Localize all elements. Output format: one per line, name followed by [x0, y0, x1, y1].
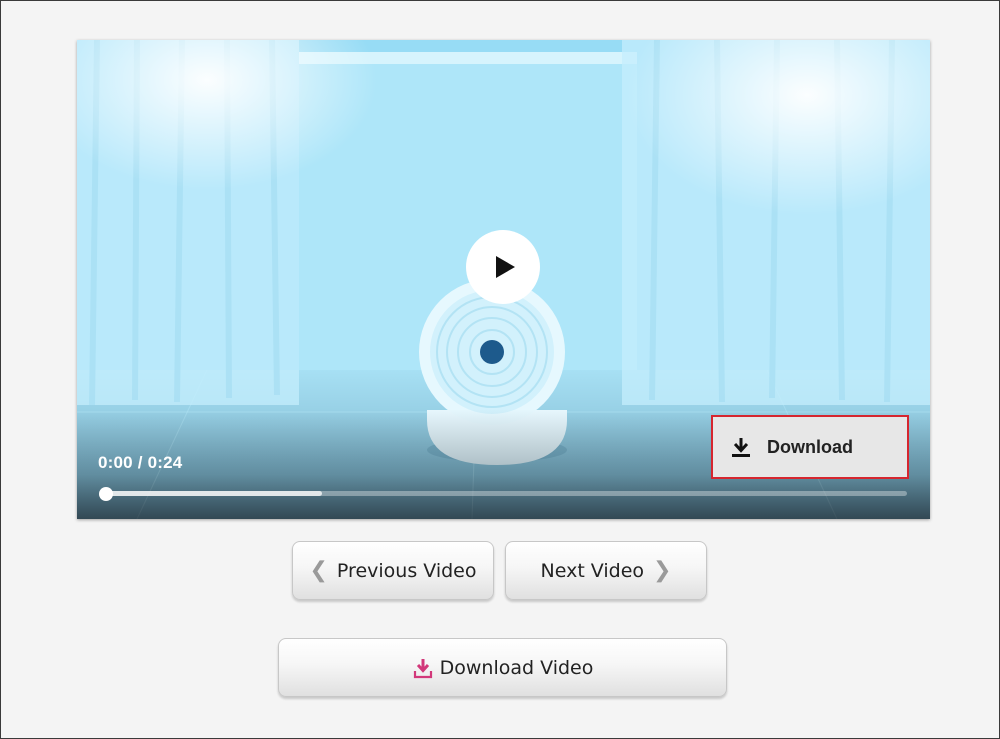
download-video-label: Download Video: [439, 656, 594, 679]
time-display: 0:00 / 0:24: [98, 453, 183, 472]
buffered-progress: [106, 491, 323, 496]
chevron-left-icon: ❮: [309, 558, 328, 583]
play-button[interactable]: [466, 230, 540, 304]
video-player[interactable]: 0:00 / 0:24 Download: [77, 40, 930, 519]
previous-video-button[interactable]: ❮ Previous Video: [292, 541, 494, 600]
progress-handle[interactable]: [99, 487, 113, 501]
player-download-button[interactable]: Download: [711, 415, 909, 479]
play-icon: [496, 256, 515, 278]
next-video-button[interactable]: Next Video ❯: [505, 541, 707, 600]
player-download-label: Download: [767, 436, 853, 457]
download-icon: [732, 438, 750, 457]
next-video-label: Next Video: [540, 559, 645, 582]
progress-bar[interactable]: [106, 491, 907, 496]
download-icon: [413, 658, 432, 678]
chevron-right-icon: ❯: [653, 558, 672, 583]
previous-video-label: Previous Video: [336, 559, 477, 582]
download-video-button[interactable]: Download Video: [278, 638, 727, 697]
